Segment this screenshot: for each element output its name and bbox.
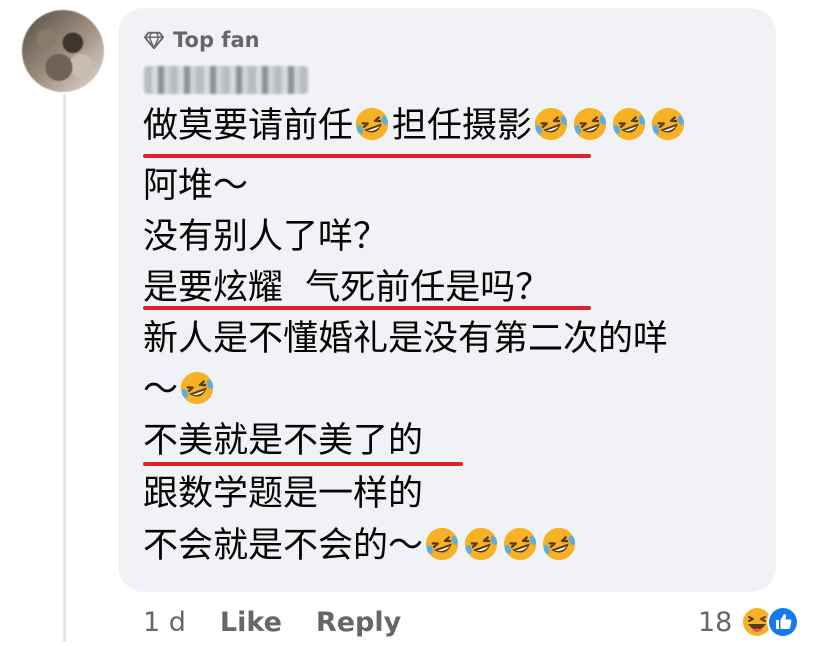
top-fan-badge: Top fan xyxy=(143,26,260,54)
laughing-emoji xyxy=(571,105,609,143)
comment-timestamp[interactable]: 1 d xyxy=(143,607,186,638)
laughing-emoji xyxy=(501,525,539,563)
reaction-summary[interactable]: 18 xyxy=(698,602,800,642)
red-underline-1 xyxy=(143,154,591,158)
reaction-count: 18 xyxy=(698,606,733,638)
like-icon xyxy=(766,605,800,639)
laughing-emoji xyxy=(462,525,500,563)
comment-line-8: 跟数学题是一样的 xyxy=(143,474,424,514)
author-name-blurred[interactable] xyxy=(144,66,308,94)
comment-line-9: 不会就是不会的～ xyxy=(143,524,579,568)
laughing-emoji xyxy=(532,105,570,143)
diamond-icon xyxy=(143,31,165,50)
laughing-emoji xyxy=(610,105,648,143)
laughing-emoji xyxy=(178,369,216,407)
like-button[interactable]: Like xyxy=(220,607,282,638)
comment-line-4: 是要炫耀 气死前任是吗？ xyxy=(143,268,551,308)
laughing-emoji xyxy=(649,105,687,143)
comment-line-2: 阿堆～ xyxy=(143,166,249,206)
comment-line-3: 没有别人了咩？ xyxy=(143,217,389,257)
laughing-emoji xyxy=(540,525,578,563)
comment-line-6: ～ xyxy=(143,368,217,412)
commenter-avatar[interactable] xyxy=(22,10,104,92)
comment-line-1: 做莫要请前任 担任摄影 xyxy=(143,104,688,148)
comment-line-5: 新人是不懂婚礼是没有第二次的咩 xyxy=(143,319,669,359)
comment-line-7: 不美就是不美了的 xyxy=(143,421,424,461)
laughing-emoji xyxy=(353,105,391,143)
red-underline-3 xyxy=(143,462,463,466)
laughing-emoji xyxy=(423,525,461,563)
reply-button[interactable]: Reply xyxy=(316,607,401,638)
red-underline-2 xyxy=(143,306,591,310)
badge-label: Top fan xyxy=(173,28,260,52)
comment-actions: 1 d Like Reply xyxy=(143,602,435,642)
reply-thread-line xyxy=(63,94,66,642)
